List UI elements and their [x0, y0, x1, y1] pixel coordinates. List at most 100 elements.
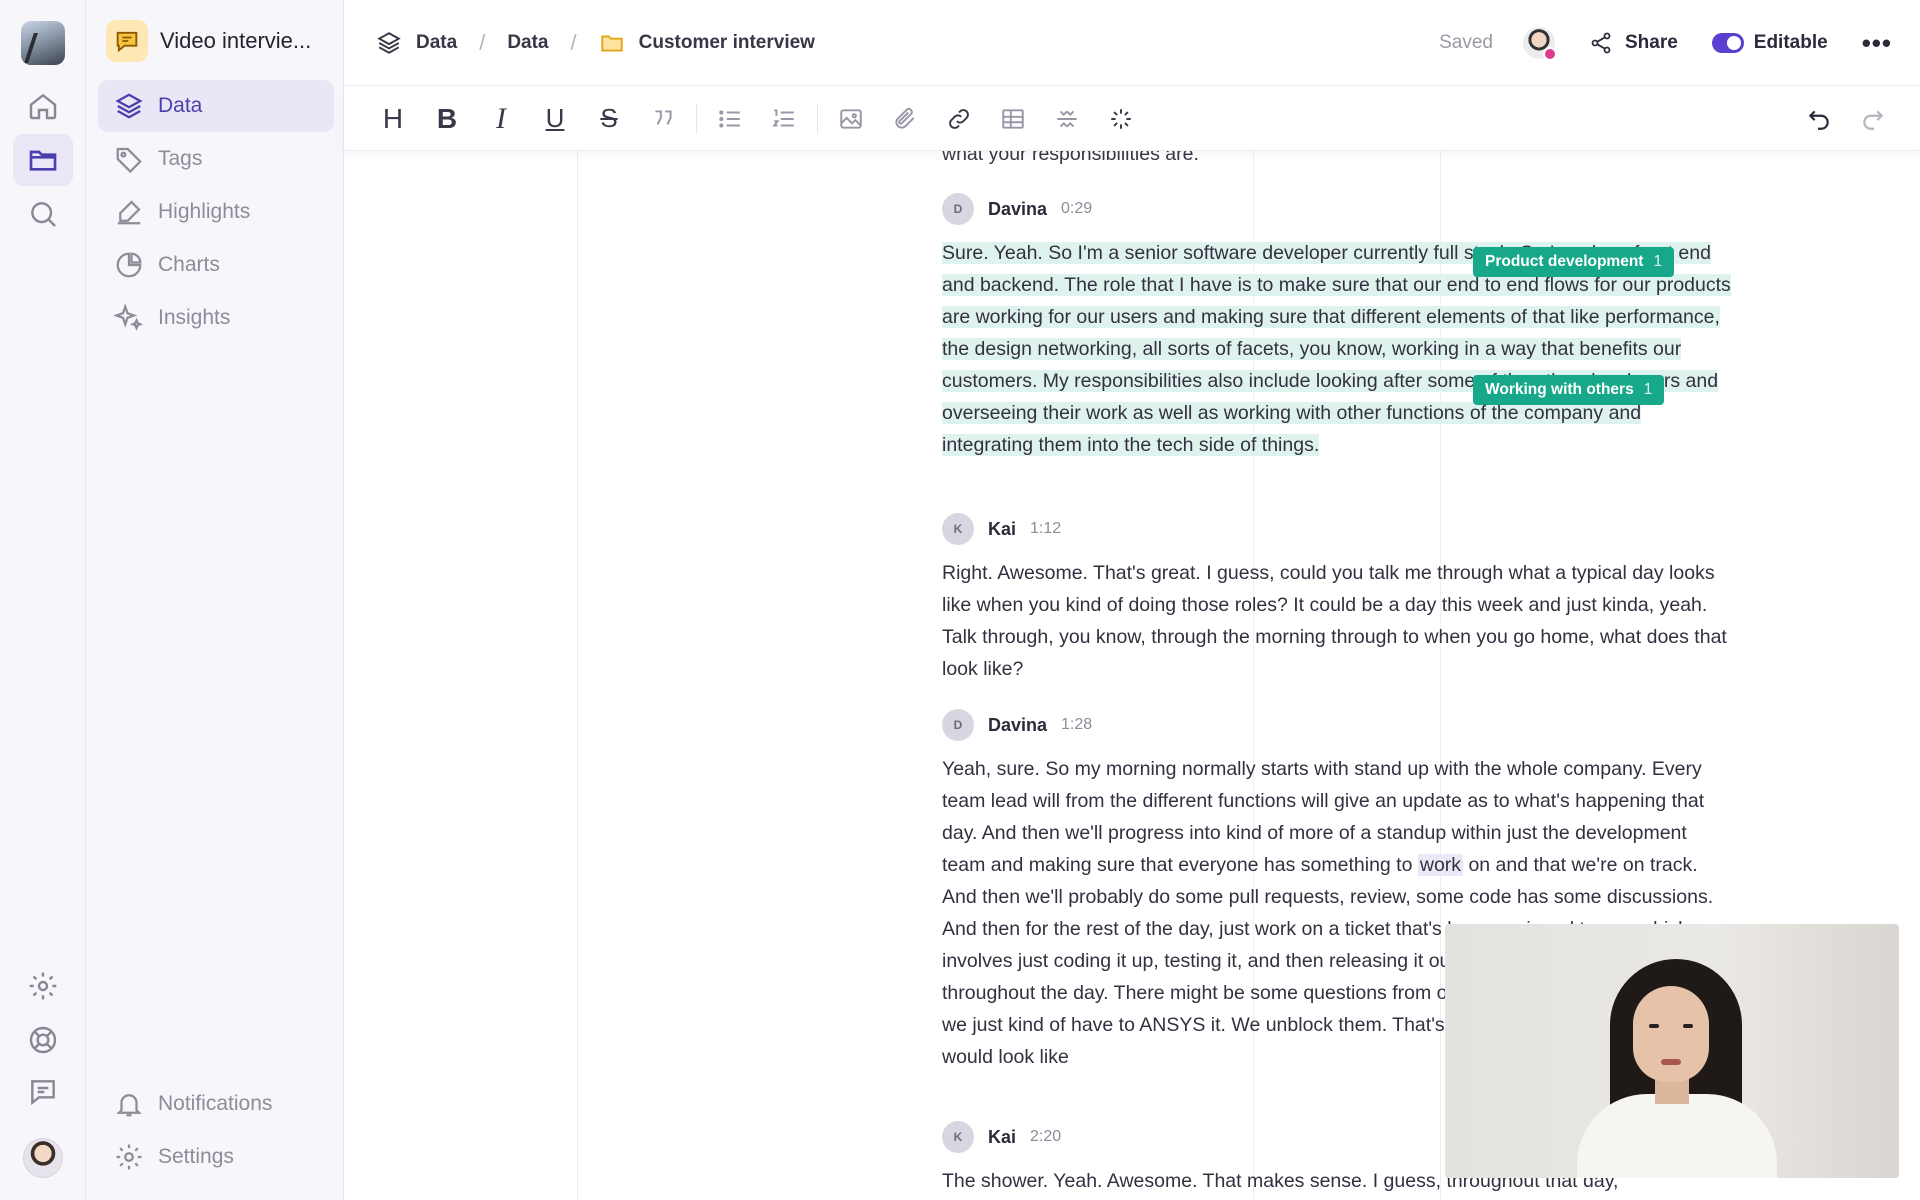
- image-icon[interactable]: [824, 87, 878, 151]
- transcript-text[interactable]: Right. Awesome. That's great. I guess, c…: [942, 557, 1732, 685]
- speaker-header: K Kai 1:12: [942, 513, 1742, 545]
- timestamp[interactable]: 2:20: [1030, 1128, 1061, 1146]
- collaborator-avatar[interactable]: [1522, 27, 1557, 61]
- chat-icon[interactable]: [13, 1066, 73, 1118]
- attachment-icon[interactable]: [878, 87, 932, 151]
- selected-word[interactable]: work: [1417, 854, 1464, 876]
- breadcrumb-separator: /: [479, 30, 486, 55]
- tag-label: Working with others: [1485, 381, 1634, 398]
- top-bar: Data / Data / Customer interview Saved S…: [344, 0, 1920, 86]
- speaker-name: Davina: [988, 714, 1048, 735]
- toggle-switch[interactable]: [1711, 33, 1744, 53]
- sidebar-item-label: Notifications: [158, 1092, 273, 1115]
- underline-button[interactable]: U: [528, 87, 582, 151]
- video-person-face: [1633, 986, 1709, 1082]
- folder-icon: [600, 35, 623, 52]
- link-icon[interactable]: [932, 87, 986, 151]
- timestamp[interactable]: 1:28: [1061, 716, 1092, 734]
- sidebar-item-notifications[interactable]: Notifications: [98, 1078, 334, 1130]
- speaker-name: Kai: [988, 1126, 1017, 1147]
- sidebar-item-settings[interactable]: Settings: [98, 1131, 334, 1183]
- tag-count: 1: [1643, 381, 1653, 398]
- table-icon[interactable]: [986, 87, 1040, 151]
- speaker-avatar: K: [942, 1121, 974, 1153]
- editor-toolbar: H B I U S: [344, 87, 1920, 151]
- project-header[interactable]: Video intervie...: [106, 20, 311, 62]
- divider-icon[interactable]: [1040, 87, 1094, 151]
- transcript-text-partial[interactable]: what your responsibilities are.: [942, 151, 1199, 166]
- redo-icon[interactable]: [1846, 87, 1900, 151]
- tag-chip-working-with-others[interactable]: Working with others 1: [1473, 375, 1665, 405]
- undo-icon[interactable]: [1792, 87, 1846, 151]
- help-icon[interactable]: [13, 1014, 73, 1066]
- chat-bubble-icon: [106, 20, 148, 62]
- editable-toggle[interactable]: Editable: [1711, 32, 1828, 54]
- sidebar-item-label: Tags: [158, 147, 203, 170]
- strikethrough-button[interactable]: S: [582, 87, 636, 151]
- video-person-eye: [1683, 1024, 1693, 1028]
- tag-chip-product-development[interactable]: Product development 1: [1473, 247, 1675, 277]
- tag-icon: [116, 147, 142, 174]
- quote-icon[interactable]: [636, 87, 690, 151]
- speaker-header: D Davina 1:28: [942, 709, 1742, 741]
- sidebar-item-label: Highlights: [158, 200, 251, 223]
- share-icon: [1591, 32, 1611, 54]
- share-label: Share: [1624, 32, 1678, 53]
- sidebar-item-insights[interactable]: Insights: [98, 292, 334, 344]
- sidebar: Video intervie... Data Tags Highlights C…: [86, 0, 344, 1200]
- heading-button[interactable]: H: [366, 87, 420, 151]
- video-person-body: [1577, 1094, 1777, 1178]
- breadcrumb-separator: /: [570, 30, 577, 55]
- sidebar-item-tags[interactable]: Tags: [98, 133, 334, 185]
- video-person-mouth: [1661, 1059, 1681, 1065]
- pie-chart-icon: [116, 252, 142, 278]
- sidebar-item-data[interactable]: Data: [98, 80, 334, 132]
- home-icon[interactable]: [13, 80, 73, 132]
- breadcrumb-item[interactable]: Data: [416, 32, 457, 54]
- sidebar-item-charts[interactable]: Charts: [98, 239, 334, 291]
- user-avatar[interactable]: [23, 1138, 63, 1178]
- toolbar-divider: [817, 103, 818, 134]
- more-icon[interactable]: •••: [1862, 28, 1892, 59]
- bold-button[interactable]: B: [420, 87, 474, 151]
- history-controls: [1792, 87, 1900, 151]
- magic-wand-icon[interactable]: [1094, 87, 1148, 151]
- editable-label: Editable: [1753, 32, 1828, 53]
- breadcrumb-current[interactable]: Customer interview: [639, 32, 815, 54]
- speaker-header: D Davina 0:29: [942, 193, 1742, 225]
- timestamp[interactable]: 0:29: [1061, 200, 1092, 218]
- toolbar-divider: [696, 103, 697, 134]
- sparkle-icon: [114, 303, 144, 331]
- sidebar-item-label: Settings: [158, 1145, 234, 1168]
- tag-count: 1: [1653, 253, 1663, 270]
- app-rail: [0, 0, 86, 1200]
- numbered-list-icon[interactable]: [757, 87, 811, 151]
- speaker-avatar: D: [942, 709, 974, 741]
- sidebar-item-label: Data: [158, 94, 203, 117]
- breadcrumb-item[interactable]: Data: [507, 32, 548, 54]
- sidebar-nav: Data Tags Highlights Charts Insights: [98, 80, 334, 345]
- project-title: Video intervie...: [160, 28, 312, 53]
- tag-label: Product development: [1485, 253, 1644, 270]
- header-actions: Saved Share Editable •••: [1439, 0, 1892, 86]
- search-icon[interactable]: [13, 188, 73, 240]
- bell-icon: [116, 1094, 142, 1117]
- speaker-avatar: D: [942, 193, 974, 225]
- speaker-name: Kai: [988, 518, 1017, 539]
- transcript-block: D Davina 0:29 Sure. Yeah. So I'm a senio…: [942, 193, 1742, 461]
- sidebar-item-label: Insights: [158, 306, 231, 329]
- transcript-block: K Kai 1:12 Right. Awesome. That's great.…: [942, 513, 1742, 685]
- speaker-avatar: K: [942, 513, 974, 545]
- breadcrumb: Data / Data / Customer interview: [376, 0, 815, 86]
- bullet-list-icon[interactable]: [703, 87, 757, 151]
- timestamp[interactable]: 1:12: [1030, 520, 1061, 538]
- sidebar-item-highlights[interactable]: Highlights: [98, 186, 334, 238]
- workspace-logo[interactable]: [21, 21, 65, 65]
- gear-icon[interactable]: [13, 960, 73, 1012]
- share-button[interactable]: Share: [1589, 31, 1678, 55]
- italic-button[interactable]: I: [474, 87, 528, 151]
- sidebar-bottom: Notifications Settings: [98, 1078, 334, 1184]
- video-player[interactable]: [1445, 924, 1899, 1178]
- folder-icon[interactable]: [13, 134, 73, 186]
- highlighter-icon: [117, 200, 141, 225]
